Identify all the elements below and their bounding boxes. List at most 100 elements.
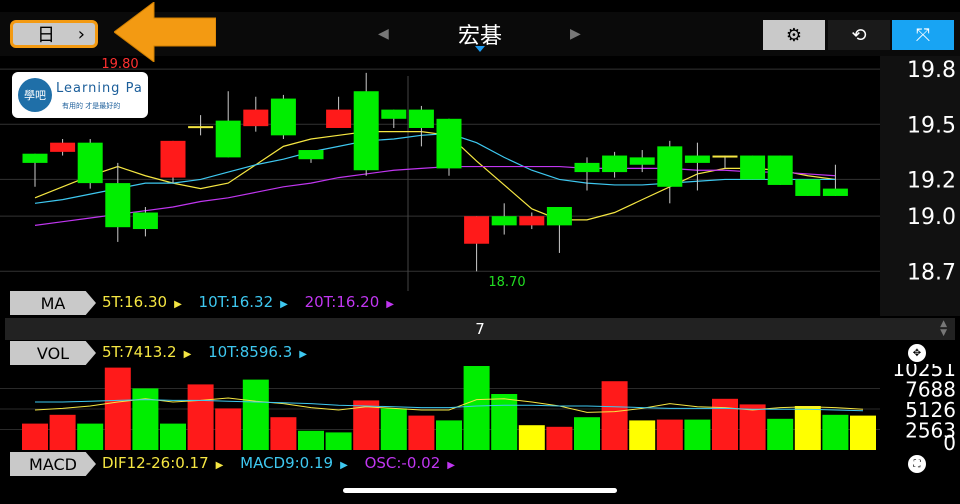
macd-dif-value: DIF12-26:0.17 ▶: [102, 454, 224, 472]
volume-bar: [380, 408, 407, 450]
volume-bar: [601, 381, 628, 450]
volume-bar: [215, 408, 242, 450]
high-price-label: 19.80: [101, 57, 138, 72]
volume-bar: [822, 414, 849, 450]
volume-bar: [22, 423, 48, 450]
candle-body: [657, 146, 683, 187]
candle-body: [353, 91, 379, 171]
low-price-label: 18.70: [488, 275, 525, 290]
volume-bar: [767, 418, 794, 450]
ma10-value: 10T:16.32 ▶: [198, 293, 288, 311]
macd-indicator-button[interactable]: MACD: [10, 452, 96, 476]
resize-arrows-icon[interactable]: ▲ ▼: [940, 320, 947, 338]
candle-body: [326, 109, 352, 128]
volume-bar: [298, 430, 324, 450]
volume-bar: [436, 420, 462, 450]
macd-label: MACD: [29, 454, 77, 474]
candle-body: [22, 153, 48, 163]
vol-indicator-button[interactable]: VOL: [10, 341, 96, 365]
macd-values: DIF12-26:0.17 ▶ MACD9:0.19 ▶ OSC:-0.02 ▶: [102, 454, 467, 472]
logo-subtitle: 有用的 才是最好的: [62, 102, 121, 110]
candle-body: [50, 142, 76, 152]
volume-bar: [270, 417, 297, 450]
learning-pa-logo: 學吧 Learning Pa 有用的 才是最好的: [12, 72, 148, 118]
collapse-icon[interactable]: ✥: [908, 344, 926, 362]
volume-bar: [629, 420, 656, 450]
expand-icon[interactable]: ⛶: [908, 455, 926, 473]
period-selector-button[interactable]: 日 ›: [10, 20, 98, 48]
volume-bar: [850, 415, 876, 450]
volume-bar: [325, 432, 352, 450]
ma-values: 5T:16.30 ▶ 10T:16.32 ▶ 20T:16.20 ▶: [102, 293, 406, 311]
candle-body: [822, 188, 848, 196]
price-tick-label: 19.0: [907, 205, 956, 230]
volume-bar: [49, 414, 76, 450]
volume-bar: [463, 366, 490, 450]
ma-indicator-button[interactable]: MA: [10, 291, 96, 315]
volume-bar-chart[interactable]: 102517688512625630: [0, 364, 960, 452]
candle-body: [546, 206, 572, 226]
volume-bar: [739, 404, 766, 450]
vol-values: 5T:7413.2 ▶ 10T:8596.3 ▶: [102, 343, 319, 361]
volume-bar: [408, 415, 435, 450]
candle-body: [381, 109, 407, 119]
vol-label: VOL: [36, 343, 70, 363]
chart-splitter-bar[interactable]: 7 ▲ ▼: [5, 318, 955, 340]
volume-bar: [518, 425, 545, 450]
ma-label: MA: [40, 293, 66, 313]
volume-bar: [656, 419, 683, 450]
candle-body: [464, 216, 490, 244]
fullscreen-toggle-button[interactable]: ⤧: [892, 20, 954, 50]
volume-bar: [794, 406, 821, 450]
previous-stock-arrow[interactable]: ◀: [378, 26, 389, 42]
settings-button[interactable]: ⚙: [763, 20, 825, 50]
candle-body: [795, 179, 821, 196]
candle-body: [243, 109, 269, 127]
candle-body: [436, 118, 462, 169]
logo-mark: 學吧: [18, 78, 52, 112]
price-tick-label: 19.8: [907, 58, 956, 83]
candle-body: [684, 155, 710, 163]
rotate-screen-button[interactable]: ⟲: [828, 20, 890, 50]
candle-body: [767, 155, 793, 185]
volume-bar: [574, 417, 600, 450]
candle-body: [132, 212, 158, 230]
candle-body: [740, 155, 766, 180]
candle-body: [574, 162, 600, 173]
candle-body: [712, 155, 738, 158]
candle-body: [629, 157, 655, 165]
home-indicator[interactable]: [343, 488, 617, 493]
candle-body: [77, 142, 103, 184]
ma20-value: 20T:16.20 ▶: [304, 293, 394, 311]
candle-body: [408, 109, 434, 128]
volume-bar: [77, 423, 104, 450]
gear-icon: ⚙: [785, 24, 803, 46]
candle-body: [188, 126, 214, 129]
period-label: 日: [37, 25, 55, 46]
candle-body: [491, 216, 517, 226]
volume-bar: [160, 423, 186, 450]
chevron-right-icon: ›: [77, 23, 85, 45]
volume-bar: [712, 398, 738, 450]
next-stock-arrow[interactable]: ▶: [570, 26, 581, 42]
dropdown-caret-icon: [475, 46, 485, 52]
price-tick-label: 19.5: [907, 113, 956, 138]
vol-tick-label: 0: [943, 431, 956, 452]
candle-body: [298, 150, 324, 160]
vol-ma5-value: 5T:7413.2 ▶: [102, 343, 192, 361]
candle-body: [519, 216, 545, 226]
ma-5T-line: [34, 131, 836, 221]
ma5-value: 5T:16.30 ▶: [102, 293, 182, 311]
candle-body: [270, 98, 296, 136]
splitter-value: 7: [475, 320, 485, 338]
volume-bar: [491, 394, 518, 450]
price-tick-label: 19.2: [907, 168, 956, 193]
volume-bar: [104, 367, 131, 450]
candle-body: [215, 120, 241, 158]
candle-body: [160, 140, 186, 178]
macd-signal-value: MACD9:0.19 ▶: [240, 454, 348, 472]
volume-bar: [187, 384, 214, 450]
candle-body: [602, 155, 628, 173]
vol-ma10-value: 10T:8596.3 ▶: [208, 343, 307, 361]
volume-bar: [684, 419, 711, 450]
